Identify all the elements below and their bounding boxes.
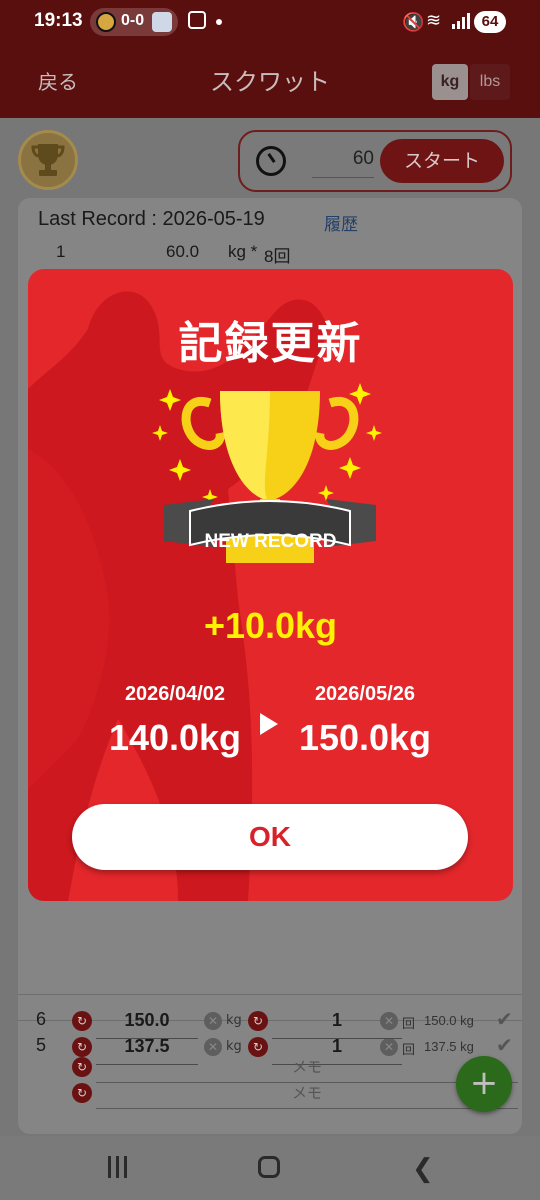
last-record-set: 1 [56,242,66,261]
score-text: 0-0 [121,12,145,29]
clock: 19:13 [34,10,83,31]
stopwatch-icon [256,146,286,176]
set-row: 6 ↻ 150.0 ✕ kg ↻ 1 ✕ 回 150.0 kg ✔ ↻ メモ [18,994,522,1094]
check-icon[interactable]: ✔ [496,1007,513,1031]
timer-start-button[interactable]: スタート [380,139,504,183]
mute-icon: 🔇 [402,12,425,33]
reps-unit-label: 回 [402,1017,416,1032]
last-record-weight: 60.0 [166,242,200,261]
dialog-title: 記録更新 [178,318,363,369]
memo-input[interactable]: メモ [96,1051,518,1083]
new-record-dialog: 記録更新 NEW RECORD +10.0kg 2026/04/02 140.0… [28,269,513,901]
previous-record-date: 2026/04/02 [124,683,226,705]
trophy-button[interactable] [18,130,78,190]
notification-dot-icon [216,19,222,25]
status-bar: 19:13 0-0 🔇 ≋ 64 [0,0,540,44]
trophy-icon [31,144,65,176]
set-number: 6 [36,1009,47,1029]
arrow-right-icon [260,713,278,735]
previous-record-value: 140.0kg [108,717,242,758]
battery-icon: 64 [474,11,506,33]
screenshot-icon [188,11,206,29]
signal-icon [452,13,470,29]
team-logo-icon [96,12,116,32]
clear-weight-icon[interactable]: ✕ [204,1012,222,1030]
home-icon[interactable] [258,1156,280,1178]
timer-seconds-input[interactable]: 60 [312,148,374,178]
history-link[interactable]: 履歴 [324,210,358,235]
unit-lbs-toggle[interactable]: lbs [470,64,510,100]
new-record-value: 150.0kg [298,717,432,758]
team-logo-icon [152,12,172,32]
add-set-button[interactable]: + [456,1056,512,1112]
score-notification: 0-0 [90,8,178,36]
copy-memo-icon[interactable]: ↻ [72,1057,92,1077]
last-record-unit: kg * [228,242,258,261]
copy-previous-icon[interactable]: ↻ [72,1011,92,1031]
copy-previous-icon[interactable]: ↻ [248,1011,268,1031]
clear-reps-icon[interactable]: ✕ [380,1012,398,1030]
weight-unit-label: kg [226,1013,242,1028]
record-difference: +10.0kg [203,605,338,646]
wifi-icon: ≋ [426,10,442,31]
set-volume: 150.0 kg [424,1013,474,1028]
new-record-date: 2026/05/26 [314,683,416,705]
new-record-badge: NEW RECORD [204,531,337,552]
ok-button[interactable]: OK [72,804,468,870]
last-record-reps: 8回 [264,247,291,266]
rest-timer: 60 スタート [238,130,512,192]
back-nav-icon[interactable]: ❮ [412,1154,434,1184]
app-bar: 戻る スクワット kg lbs [0,44,540,118]
unit-kg-toggle[interactable]: kg [432,64,468,100]
weight-input[interactable]: 150.0 [96,1005,198,1039]
last-record-label: Last Record : 2026-05-19 [38,208,265,230]
recent-apps-icon[interactable] [108,1156,130,1180]
system-nav-bar: ❮ [0,1136,540,1200]
